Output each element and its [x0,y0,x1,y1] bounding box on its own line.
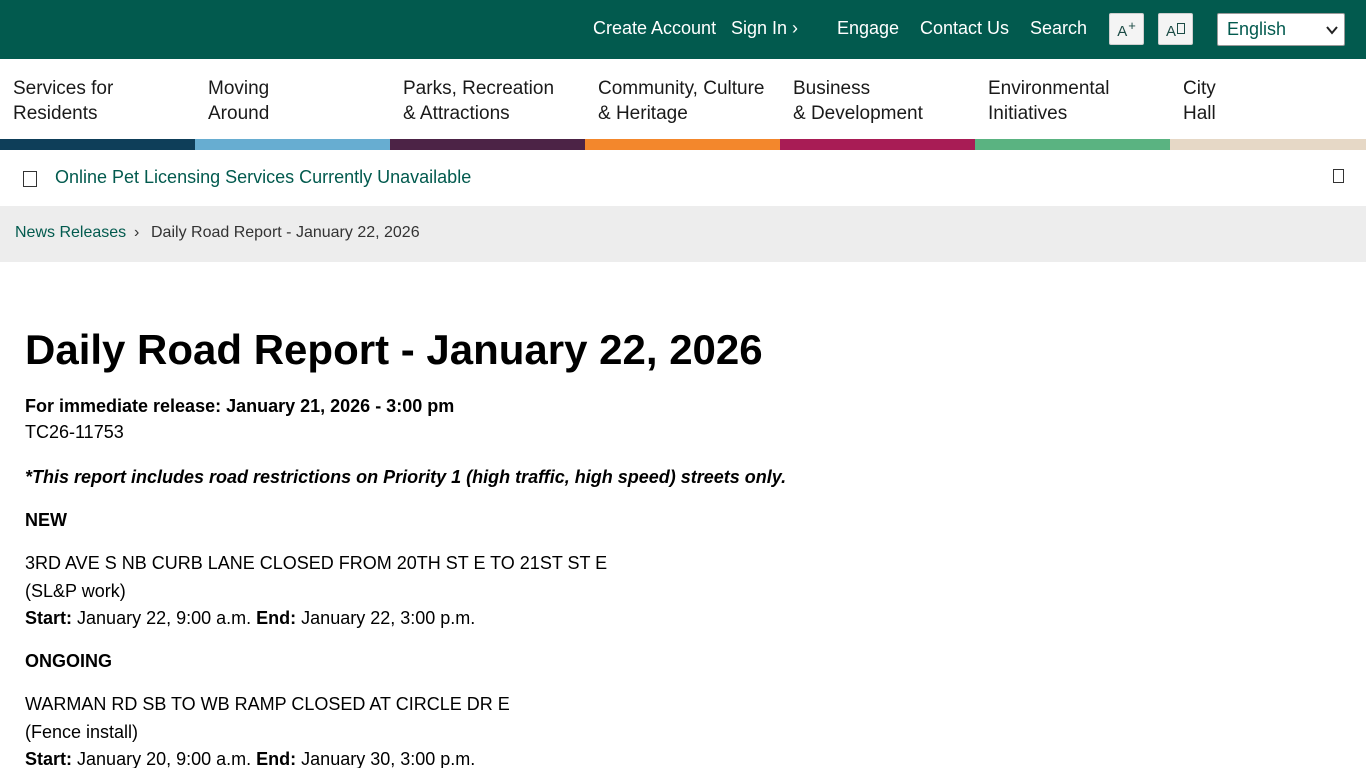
plus-icon: + [1128,18,1136,33]
end-value: January 22, 3:00 p.m. [301,608,476,628]
alert-icon [23,171,37,187]
nav-label-line1: Environmental [988,78,1110,99]
end-label: End: [256,749,297,768]
engage-link[interactable]: Engage [837,17,899,39]
nav-label-line1: Services for [13,78,114,99]
section-heading: NEW [25,510,67,530]
nav-parks-recreation[interactable]: Parks, Recreation & Attractions [390,59,585,150]
nav-color-bar [585,139,780,150]
nav-moving-around[interactable]: Moving Around [195,59,390,150]
alert-link[interactable]: Online Pet Licensing Services Currently … [55,167,471,188]
nav-label-line2: Residents [13,103,98,124]
language-select[interactable]: English [1217,13,1345,46]
breadcrumb-news-releases[interactable]: News Releases [15,224,126,242]
utility-bar: Create Account Sign In › Engage Contact … [0,0,1366,59]
start-label: Start: [25,749,73,768]
start-value: January 22, 9:00 a.m. [77,608,252,628]
nav-label: Parks, Recreation & Attractions [403,76,554,126]
release-line: For immediate release: January 21, 2026 … [25,396,455,416]
language-value: English [1227,19,1287,39]
nav-color-bar [390,139,585,150]
road-restriction: WARMAN RD SB TO WB RAMP CLOSED AT CIRCLE… [25,694,510,714]
breadcrumb: News Releases › Daily Road Report - Janu… [0,206,1366,262]
nav-color-bar [0,139,195,150]
nav-color-bar [975,139,1170,150]
breadcrumb-separator: › [134,224,140,241]
start-label: Start: [25,608,73,628]
nav-label-line2: & Heritage [598,103,688,124]
section-heading: ONGOING [25,651,113,671]
nav-label-line1: Moving [208,78,270,99]
nav-color-bar [195,139,390,150]
nav-services-for-residents[interactable]: Services for Residents [0,59,195,150]
start-value: January 20, 9:00 a.m. [77,749,252,768]
road-restriction: 3RD AVE S NB CURB LANE CLOSED FROM 20TH … [25,553,608,573]
nav-label-line1: Business [793,78,871,99]
font-toggle-icon: A [1165,23,1176,40]
nav-environmental-initiatives[interactable]: Environmental Initiatives [975,59,1170,150]
glyph-box-icon [1177,23,1185,34]
contact-us-link[interactable]: Contact Us [920,17,1009,39]
nav-label: Community, Culture & Heritage [598,76,764,126]
nav-label-line2: & Attractions [403,103,510,124]
nav-label-line2: & Development [793,103,923,124]
nav-business-development[interactable]: Business & Development [780,59,975,150]
restriction-reason: (Fence install) [25,722,139,742]
nav-label: Business & Development [793,76,923,126]
report-note: *This report includes road restrictions … [25,467,787,487]
nav-label-line2: Hall [1183,103,1216,124]
alert-banner: Online Pet Licensing Services Currently … [0,150,1366,206]
font-toggle-button[interactable]: A [1158,13,1193,45]
collapse-toggle-icon[interactable] [1333,169,1344,183]
page-title: Daily Road Report - January 22, 2026 [25,326,763,373]
end-label: End: [256,608,297,628]
nav-label-line1: Community, Culture [598,78,765,99]
main-navigation: Services for Residents Moving Around Parks… [0,59,1366,150]
font-size-icon: A [1117,23,1128,40]
restriction-timing: Start: January 20, 9:00 a.m. End: Januar… [25,748,475,768]
nav-city-hall[interactable]: City Hall [1170,59,1366,150]
increase-font-button[interactable]: A + [1109,13,1144,45]
search-link[interactable]: Search [1030,17,1087,39]
create-account-link[interactable]: Create Account [593,17,716,39]
release-code: TC26-11753 [25,422,124,442]
restriction-timing: Start: January 22, 9:00 a.m. End: Januar… [25,607,475,629]
nav-label: Environmental Initiatives [988,76,1109,126]
nav-label: Moving Around [208,76,269,126]
nav-label-line2: Around [208,103,270,124]
nav-label-line1: Parks, Recreation [403,78,555,99]
nav-label-line1: City [1183,78,1216,99]
nav-color-bar [780,139,975,150]
nav-community-culture[interactable]: Community, Culture & Heritage [585,59,780,150]
end-value: January 30, 3:00 p.m. [301,749,476,768]
nav-label: Services for Residents [13,76,113,126]
nav-label-line2: Initiatives [988,103,1068,124]
breadcrumb-current: Daily Road Report - January 22, 2026 [151,224,420,241]
chevron-down-icon [1326,26,1338,35]
sign-in-link[interactable]: Sign In › [731,17,798,39]
nav-color-bar [1170,139,1366,150]
nav-label: City Hall [1183,76,1216,126]
restriction-reason: (SL&P work) [25,581,126,601]
